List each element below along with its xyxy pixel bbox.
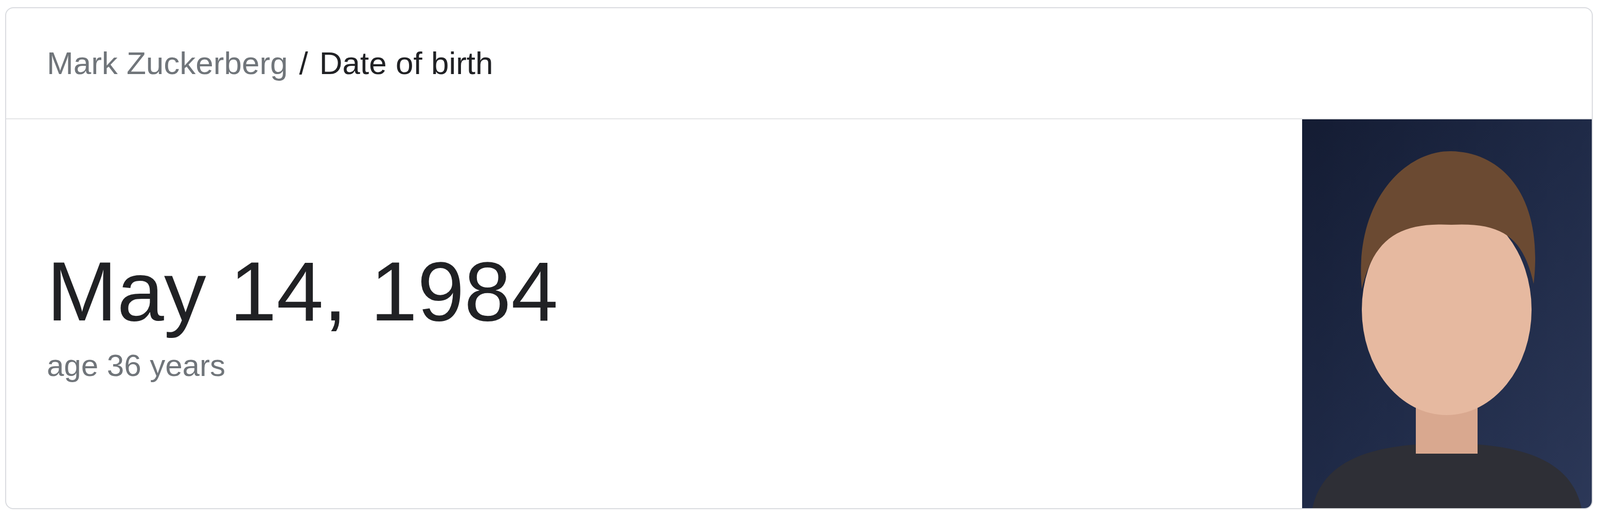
answer-text: May 14, 1984 age 36 years <box>6 119 1303 509</box>
answer-value: May 14, 1984 <box>46 243 1282 341</box>
person-silhouette-icon <box>1302 119 1592 509</box>
answer-body: May 14, 1984 age 36 years <box>6 119 1592 509</box>
answer-card: Mark Zuckerberg / Date of birth May 14, 198… <box>5 7 1593 510</box>
answer-subtitle: age 36 years <box>46 347 1282 385</box>
profile-photo[interactable] <box>1302 119 1592 509</box>
entity-link[interactable]: Mark Zuckerberg <box>46 44 289 83</box>
breadcrumb-separator: / <box>299 44 309 83</box>
breadcrumb: Mark Zuckerberg / Date of birth <box>6 8 1592 120</box>
attribute-label: Date of birth <box>319 44 494 83</box>
